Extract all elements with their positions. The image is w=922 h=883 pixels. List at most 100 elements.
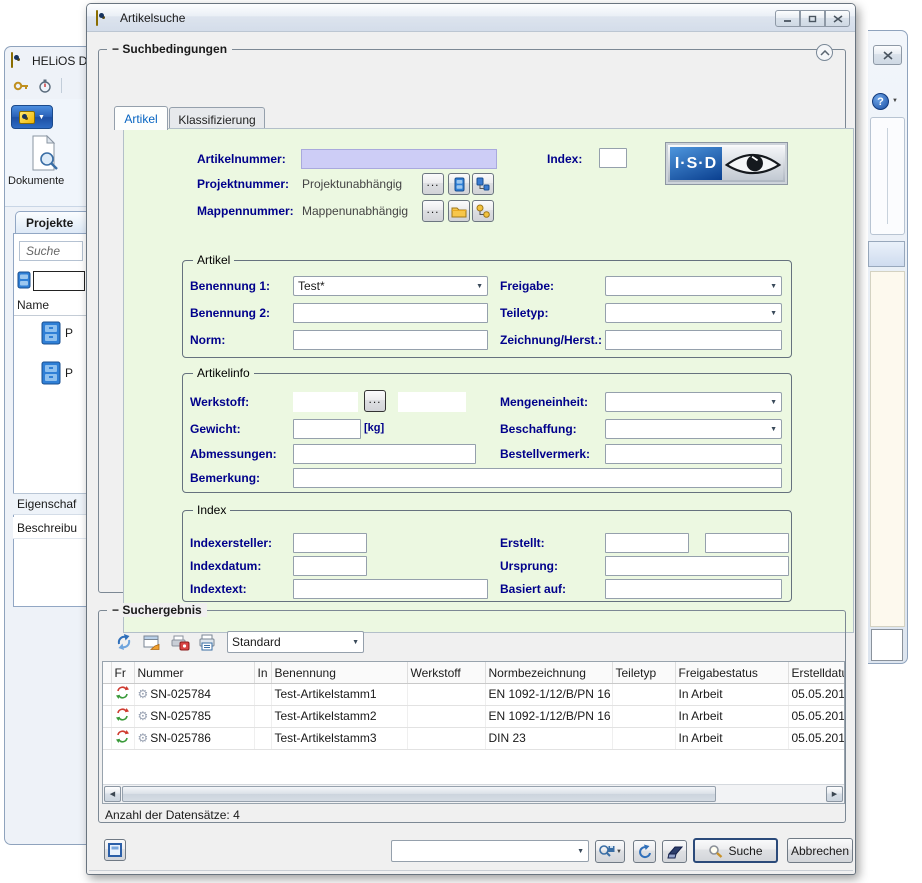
- beschaffung-combo[interactable]: ▼: [605, 419, 782, 439]
- column-header-werkstoff[interactable]: Werkstoff: [407, 662, 485, 683]
- column-header-teiletyp[interactable]: Teiletyp: [612, 662, 675, 683]
- minimize-button[interactable]: [775, 10, 800, 27]
- dialog-mode-button[interactable]: [104, 839, 126, 861]
- horizontal-scrollbar[interactable]: ◀ ▶: [103, 784, 844, 803]
- collapse-minus-icon[interactable]: −: [112, 603, 119, 617]
- cell-in: [254, 727, 271, 749]
- column-header-blank: [103, 662, 111, 683]
- mappe-browse-button[interactable]: ...: [422, 200, 444, 222]
- close-icon: [883, 51, 893, 60]
- name-column-header[interactable]: Name: [17, 298, 49, 312]
- tab-eigenschaften[interactable]: Eigenschaf: [13, 493, 86, 515]
- reset-search-button[interactable]: [633, 840, 656, 863]
- projekt-browse-button[interactable]: ...: [422, 173, 444, 195]
- cell-benennung: Test-Artikelstamm2: [271, 705, 407, 727]
- erstellt-input-von[interactable]: [605, 533, 689, 553]
- column-header-freigabestatus[interactable]: Freigabestatus: [675, 662, 788, 683]
- close-button[interactable]: [825, 10, 850, 27]
- result-view-combo[interactable]: Standard▼: [227, 631, 364, 653]
- project-filter-input[interactable]: [33, 271, 85, 291]
- save-search-button[interactable]: ▼: [595, 840, 625, 863]
- list-item-label: P: [65, 326, 73, 340]
- dialog-bottom-divider: [89, 870, 853, 871]
- chevron-up-icon: [820, 50, 830, 56]
- mengeneinheit-combo[interactable]: ▼: [605, 392, 782, 412]
- saved-search-combo[interactable]: ▼: [391, 840, 589, 862]
- scroll-left-button[interactable]: ◀: [104, 786, 121, 802]
- suche-button[interactable]: Suche: [693, 838, 778, 863]
- mappe-structure-button[interactable]: [472, 200, 494, 222]
- werkstoff-browse-button[interactable]: ...: [364, 390, 386, 412]
- maximize-button[interactable]: [800, 10, 825, 27]
- list-item[interactable]: P: [41, 321, 73, 345]
- abmessungen-input[interactable]: [293, 444, 476, 464]
- projekt-server-button[interactable]: [448, 173, 470, 195]
- ursprung-input[interactable]: [605, 556, 789, 576]
- table-row[interactable]: ⚙SN-025785 Test-Artikelstamm2 EN 1092-1/…: [103, 705, 844, 727]
- freigabe-combo[interactable]: ▼: [605, 276, 782, 296]
- zeichnung-input[interactable]: [605, 330, 782, 350]
- scroll-right-button[interactable]: ▶: [826, 786, 843, 802]
- benennung2-input[interactable]: [293, 303, 488, 323]
- collapse-panel-button[interactable]: [816, 44, 833, 61]
- close-button[interactable]: [873, 45, 902, 65]
- refresh-results-button[interactable]: [113, 631, 135, 653]
- benennung1-combo[interactable]: Test*▼: [293, 276, 488, 296]
- table-row[interactable]: ⚙SN-025786 Test-Artikelstamm3 DIN 23 In …: [103, 727, 844, 749]
- export-results-button[interactable]: [141, 631, 163, 653]
- cell-teiletyp: [612, 727, 675, 749]
- tab-beschreibung[interactable]: Beschreibu: [13, 517, 86, 539]
- indexersteller-input[interactable]: [293, 533, 367, 553]
- mappe-folder-button[interactable]: [448, 200, 470, 222]
- table-row[interactable]: ⚙SN-025784 Test-Artikelstamm1 EN 1092-1/…: [103, 683, 844, 705]
- werkstoff-input-2[interactable]: [398, 392, 466, 412]
- chevron-down-icon: ▼: [770, 310, 777, 317]
- splitter-handle[interactable]: · · ·: [459, 594, 486, 603]
- print-list-button[interactable]: [197, 631, 219, 653]
- column-header-benennung[interactable]: Benennung: [271, 662, 407, 683]
- key-icon[interactable]: [13, 78, 30, 96]
- collapse-minus-icon[interactable]: −: [112, 42, 119, 56]
- dialog-titlebar[interactable]: Artikelsuche: [87, 4, 855, 32]
- indexdatum-input[interactable]: [293, 556, 367, 576]
- column-header-nummer[interactable]: Nummer: [134, 662, 254, 683]
- tab-artikel[interactable]: Artikel: [114, 106, 168, 130]
- cell-benennung: Test-Artikelstamm1: [271, 683, 407, 705]
- norm-input[interactable]: [293, 330, 488, 350]
- werkstoff-input-1[interactable]: [293, 392, 358, 412]
- mappennummer-label: Mappennummer:: [197, 204, 294, 218]
- gewicht-input[interactable]: [293, 419, 361, 439]
- column-header-normbezeichnung[interactable]: Normbezeichnung: [485, 662, 612, 683]
- server-icon: [17, 271, 31, 292]
- stopwatch-icon[interactable]: [38, 79, 52, 96]
- abbrechen-button[interactable]: Abbrechen: [787, 838, 853, 863]
- teiletyp-combo[interactable]: ▼: [605, 303, 782, 323]
- chevron-down-icon[interactable]: ▼: [892, 98, 898, 104]
- dokumente-ribbon-button[interactable]: Dokumente: [8, 175, 86, 187]
- list-item[interactable]: P: [41, 361, 73, 385]
- bestellvermerk-input[interactable]: [605, 444, 782, 464]
- part-gear-icon: ⚙: [138, 687, 149, 701]
- projekt-structure-button[interactable]: [472, 173, 494, 195]
- bemerkung-input[interactable]: [293, 468, 782, 488]
- clear-fields-button[interactable]: [662, 840, 687, 863]
- scrollbar-thumb[interactable]: [122, 786, 716, 802]
- basiert-auf-input[interactable]: [605, 579, 782, 599]
- tab-projekte[interactable]: Projekte: [15, 211, 86, 234]
- search-input[interactable]: Suche: [19, 241, 83, 261]
- scroll-right-icon: ▶: [832, 790, 837, 798]
- index-input[interactable]: [599, 148, 627, 168]
- help-icon[interactable]: ?: [872, 93, 889, 110]
- column-header-erstelldatum[interactable]: Erstelldatu: [788, 662, 844, 683]
- column-header-fr[interactable]: Fr: [111, 662, 134, 683]
- artikelnummer-input[interactable]: [301, 149, 497, 169]
- erstellt-input-bis[interactable]: [705, 533, 789, 553]
- artikelsuche-dialog: Artikelsuche − Suchbedingungen Klassifiz…: [86, 3, 856, 875]
- artikelinfo-group-title: Artikelinfo: [193, 366, 254, 380]
- artikelinfo-group: Artikelinfo Werkstoff: ... Mengeneinheit…: [182, 373, 792, 493]
- print-report-button[interactable]: [169, 631, 191, 653]
- column-header-in[interactable]: In: [254, 662, 271, 683]
- application-menu-button[interactable]: ▼: [11, 105, 53, 129]
- document-search-icon[interactable]: [29, 135, 59, 174]
- mappe-tree-icon: [476, 204, 490, 218]
